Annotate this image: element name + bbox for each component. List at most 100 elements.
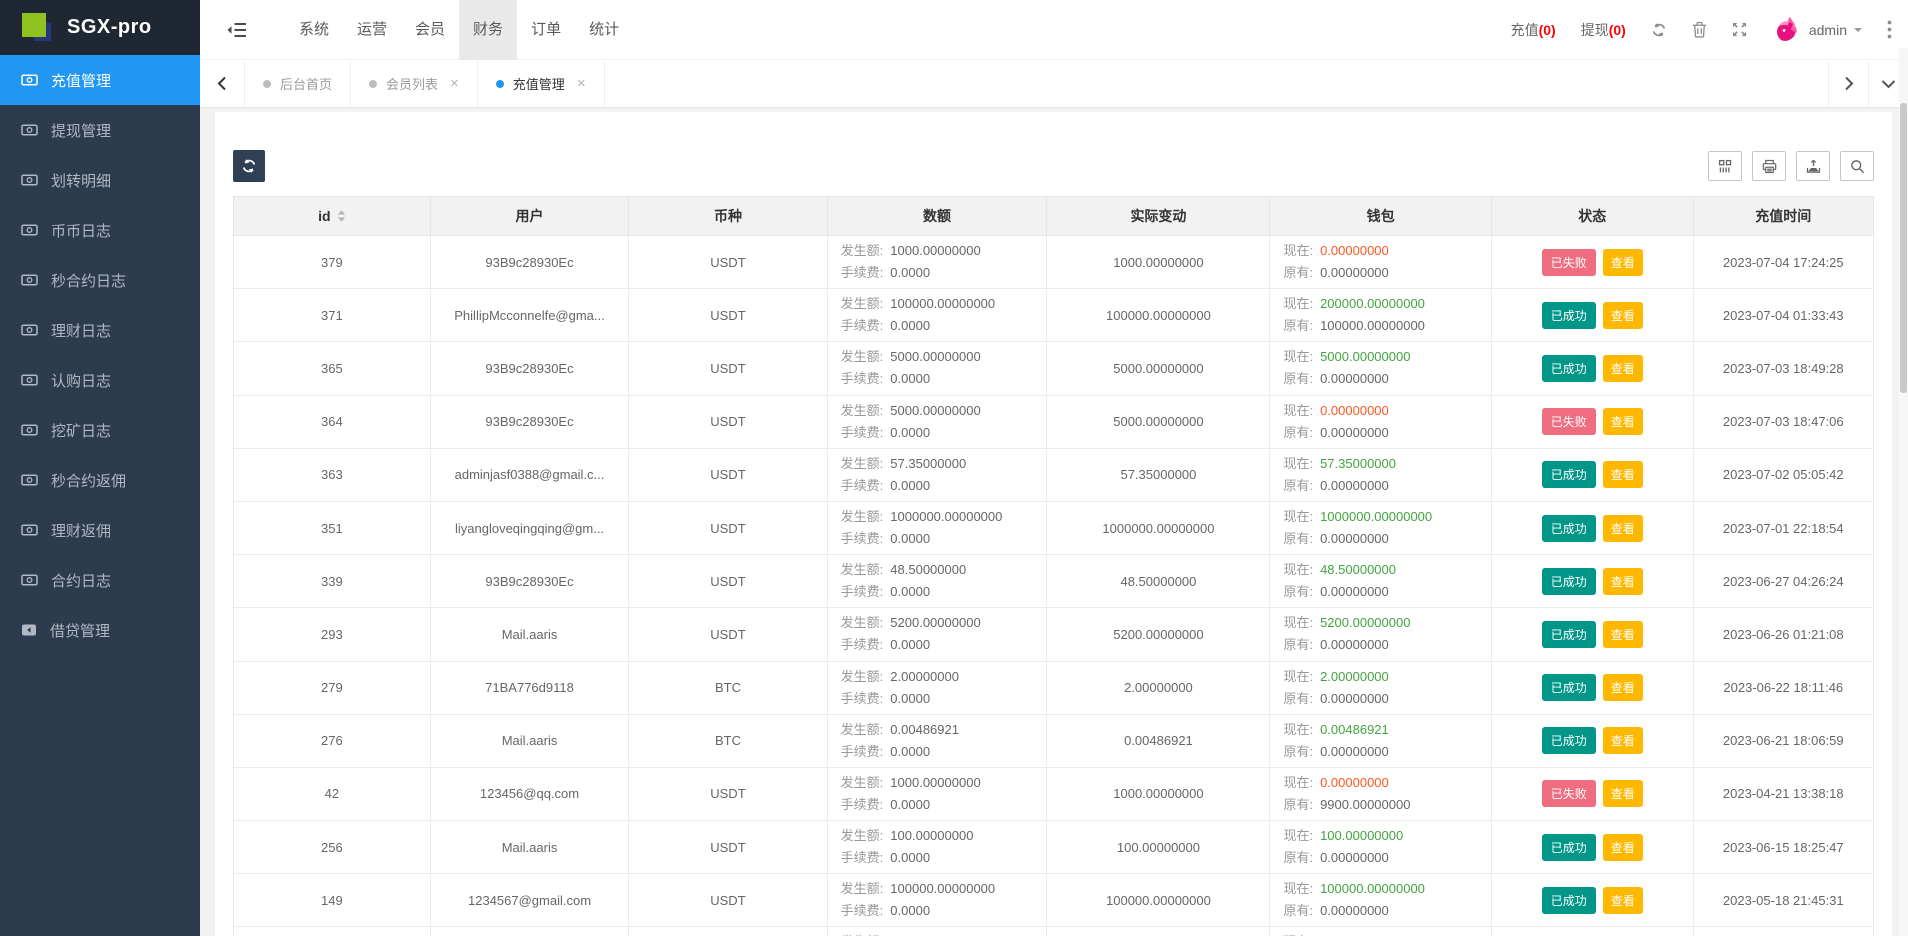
- sidebar-item-loan[interactable]: 借贷管理: [0, 605, 200, 655]
- row-change-cell: 1000.00000000: [1046, 234, 1271, 290]
- row-user-cell: 93B9c28930Ec: [429, 341, 630, 396]
- view-button[interactable]: 查看: [1602, 514, 1643, 542]
- columns-button[interactable]: [1708, 151, 1742, 181]
- nav-item-finance[interactable]: 财务: [459, 0, 518, 60]
- sidebar-item-recharge[interactable]: 充值管理: [0, 55, 200, 105]
- column-header-change: 实际变动: [1046, 196, 1271, 236]
- sidebar-item-second-contract-log[interactable]: 秒合约日志: [0, 255, 200, 305]
- table-card: id 用户 币种 数额 实际变动 钱包 状态 充值时间 379 93B9c28930Ec USDT…: [215, 112, 1892, 936]
- field-label: 现在:: [1283, 881, 1314, 897]
- nav-item-system[interactable]: 系统: [285, 0, 343, 60]
- more-vertical-icon[interactable]: [1887, 20, 1892, 39]
- view-button[interactable]: 查看: [1602, 354, 1643, 382]
- column-label: 用户: [515, 208, 544, 224]
- sidebar-item-mining-log[interactable]: 挖矿日志: [0, 405, 200, 455]
- sidebar-item-coin-log[interactable]: 币币日志: [0, 205, 200, 255]
- wallet-now-value: 57.35000000: [1320, 455, 1396, 471]
- view-button[interactable]: 查看: [1602, 461, 1643, 489]
- user-menu[interactable]: admin: [1772, 15, 1862, 45]
- print-button[interactable]: [1752, 151, 1786, 181]
- table-row: 276 Mail.aaris BTC 发生额: 0.00486921 手续费: 0.0000…: [233, 713, 1875, 768]
- tab-recharge[interactable]: 充值管理 ×: [478, 60, 605, 107]
- table-row: 351 liyangloveqingqing@gm... USDT 发生额: 10000…: [233, 500, 1875, 556]
- field-label: 发生额:: [841, 931, 884, 936]
- sidebar-item-subscribe-log[interactable]: 认购日志: [0, 355, 200, 405]
- wallet-now-value: 0.00000000: [1320, 243, 1389, 258]
- column-header-id[interactable]: id: [233, 196, 431, 236]
- row-time-cell: 2023-05-18 21:45:31: [1692, 873, 1875, 928]
- column-label: 钱包: [1366, 208, 1395, 224]
- amount-value: 100000.00000000: [890, 931, 995, 936]
- tab-close-icon[interactable]: ×: [450, 75, 459, 92]
- amount-value: 48.50000000: [890, 562, 967, 578]
- tab-close-icon[interactable]: ×: [577, 75, 586, 92]
- sidebar-item-wealth-log[interactable]: 理财日志: [0, 305, 200, 355]
- refresh-icon[interactable]: [1651, 22, 1667, 38]
- nav-item-member[interactable]: 会员: [401, 0, 459, 60]
- sidebar-item-contract-log[interactable]: 合约日志: [0, 555, 200, 605]
- row-coin-cell: USDT: [628, 341, 828, 396]
- row-coin-cell: USDT: [628, 926, 828, 936]
- card-toolbar: [233, 150, 1874, 182]
- sidebar-item-second-contract-rebate[interactable]: 秒合约返佣: [0, 455, 200, 505]
- sidebar-item-wealth-rebate[interactable]: 理财返佣: [0, 505, 200, 555]
- tabs-scroll-right-icon[interactable]: [1828, 60, 1868, 107]
- field-label: 手续费:: [840, 903, 884, 919]
- row-change-cell: 5000.00000000: [1046, 341, 1271, 396]
- row-change-cell: 100000.00000000: [1046, 288, 1271, 343]
- view-button[interactable]: 查看: [1602, 886, 1643, 914]
- row-amount-cell: 发生额: 1000.00000000 手续费: 0.0000: [826, 766, 1048, 822]
- trash-icon[interactable]: [1692, 21, 1707, 38]
- menu-fold-icon[interactable]: [226, 21, 247, 39]
- view-button[interactable]: 查看: [1602, 727, 1643, 755]
- sidebar-item-withdraw[interactable]: 提现管理: [0, 105, 200, 155]
- nav-item-statistics[interactable]: 统计: [575, 0, 633, 60]
- tab-member-list[interactable]: 会员列表 ×: [351, 60, 478, 107]
- table-refresh-button[interactable]: [233, 150, 265, 182]
- sidebar-item-transfer-detail[interactable]: 划转明细: [0, 155, 200, 205]
- search-button[interactable]: [1840, 151, 1874, 181]
- row-coin-cell: USDT: [628, 447, 828, 502]
- row-time-cell: 2023-07-04 17:24:25: [1692, 234, 1875, 290]
- field-label: 原有:: [1283, 424, 1314, 440]
- view-button[interactable]: 查看: [1602, 248, 1643, 276]
- withdraw-counter-link[interactable]: 提现(0): [1581, 20, 1626, 40]
- sort-icon[interactable]: [337, 209, 346, 223]
- field-label: 原有:: [1283, 584, 1314, 600]
- field-label: 原有:: [1283, 531, 1314, 547]
- row-time-cell: 2023-07-03 18:47:06: [1692, 394, 1875, 449]
- wallet-now-value: 100.00000000: [1320, 828, 1404, 844]
- money-icon: [21, 472, 38, 488]
- row-wallet-cell: 现在: 48.50000000 原有: 0.00000000: [1269, 554, 1492, 609]
- view-button[interactable]: 查看: [1602, 408, 1643, 436]
- nav-item-order[interactable]: 订单: [517, 0, 575, 60]
- row-id-cell: 363: [233, 447, 431, 502]
- view-button[interactable]: 查看: [1602, 301, 1643, 329]
- view-button[interactable]: 查看: [1602, 620, 1643, 648]
- status-badge: 已成功: [1541, 354, 1596, 382]
- view-button[interactable]: 查看: [1602, 567, 1643, 595]
- table-row: 364 93B9c28930Ec USDT 发生额: 5000.00000000 手续费:…: [233, 394, 1875, 449]
- tab-home[interactable]: 后台首页: [244, 60, 352, 107]
- columns-icon: [1718, 159, 1733, 174]
- view-button[interactable]: 查看: [1602, 833, 1643, 861]
- recharge-counter-link[interactable]: 充值(0): [1511, 20, 1556, 40]
- export-button[interactable]: [1796, 151, 1830, 181]
- fullscreen-icon[interactable]: [1732, 22, 1747, 37]
- table-row: 11371BA776d9118USDT发生额:100000.00000000手续…: [233, 926, 1875, 936]
- row-time-cell: 2023-06-27 04:26:24: [1692, 554, 1875, 609]
- view-button[interactable]: 查看: [1602, 674, 1643, 702]
- tabs-scroll-left-icon[interactable]: [200, 60, 244, 107]
- sidebar-item-label: 秒合约日志: [51, 272, 127, 290]
- scrollbar-thumb[interactable]: [1900, 103, 1907, 393]
- amount-value: 57.35000000: [890, 455, 967, 471]
- row-time-cell: 2023-04-21 13:38:18: [1692, 766, 1875, 822]
- scrollbar[interactable]: [1899, 48, 1908, 936]
- top-navigation: 系统 运营 会员 财务 订单 统计: [285, 0, 633, 60]
- table-row: 279 71BA776d9118 BTC 发生额: 2.00000000 手续费: 0.00…: [233, 660, 1875, 715]
- money-icon: [21, 72, 38, 88]
- row-change-cell: 100000.00000000: [1046, 926, 1271, 936]
- row-user-cell: 1234567@gmail.com: [429, 873, 630, 928]
- view-button[interactable]: 查看: [1602, 780, 1643, 808]
- nav-item-operation[interactable]: 运营: [343, 0, 401, 60]
